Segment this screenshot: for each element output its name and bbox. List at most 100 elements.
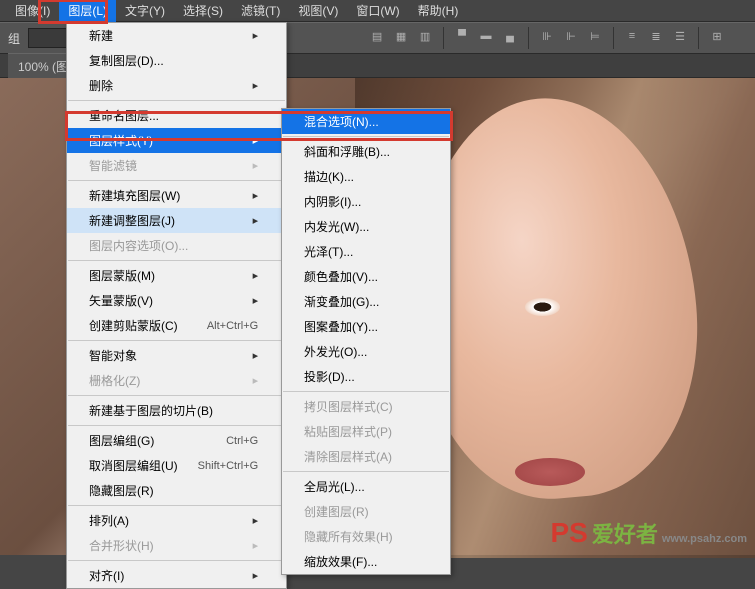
- menu-separator: [68, 425, 285, 426]
- menu-item-label: 取消图层编组(U): [89, 457, 178, 474]
- menu-item[interactable]: 对齐(I): [67, 563, 286, 588]
- menu-item-label: 图层编组(G): [89, 432, 154, 449]
- distribute-spacing-icon[interactable]: ⊞: [708, 27, 726, 45]
- menu-item: 智能滤镜: [67, 153, 286, 178]
- menu-select[interactable]: 选择(S): [174, 0, 232, 22]
- menu-item-label: 新建调整图层(J): [89, 212, 175, 229]
- layer-menu: 新建复制图层(D)... 删除重命名图层... 图层样式(Y) 智能滤镜新建填充图层(…: [66, 22, 287, 589]
- align-center-icon[interactable]: ▦: [392, 27, 410, 45]
- menu-item-label: 新建填充图层(W): [89, 187, 180, 204]
- menu-item[interactable]: 复制图层(D)...: [67, 48, 286, 73]
- menu-item[interactable]: 图层样式(Y): [67, 128, 286, 153]
- menu-item-label: 斜面和浮雕(B)...: [304, 143, 390, 160]
- menu-item[interactable]: 图层蒙版(M): [67, 263, 286, 288]
- menu-item[interactable]: 新建: [67, 23, 286, 48]
- menu-separator: [68, 100, 285, 101]
- distribute-top-icon[interactable]: ≡: [623, 27, 641, 45]
- menu-layer[interactable]: 图层(L): [59, 0, 116, 22]
- menu-item[interactable]: 缩放效果(F)...: [282, 549, 450, 574]
- watermark: PS 爱好者 www.psahz.com: [550, 517, 747, 549]
- menu-item-label: 粘贴图层样式(P): [304, 423, 392, 440]
- menu-item-label: 新建基于图层的切片(B): [89, 402, 213, 419]
- distribute-h-icon[interactable]: ⊪: [538, 27, 556, 45]
- menu-item[interactable]: 投影(D)...: [282, 364, 450, 389]
- watermark-text: 爱好者: [592, 517, 658, 549]
- menu-item[interactable]: 新建基于图层的切片(B): [67, 398, 286, 423]
- align-bottom-icon[interactable]: ▄: [501, 27, 519, 45]
- group-label: 组: [8, 30, 20, 47]
- menu-item: 隐藏所有效果(H): [282, 524, 450, 549]
- menu-item-label: 排列(A): [89, 512, 129, 529]
- menu-item[interactable]: 新建调整图层(J): [67, 208, 286, 233]
- menu-item-label: 智能滤镜: [89, 157, 137, 174]
- menu-shortcut: Shift+Ctrl+G: [198, 460, 259, 472]
- menu-item[interactable]: 矢量蒙版(V): [67, 288, 286, 313]
- menu-help[interactable]: 帮助(H): [409, 0, 468, 22]
- distribute-bottom-icon[interactable]: ☰: [671, 27, 689, 45]
- menu-item[interactable]: 描边(K)...: [282, 164, 450, 189]
- menu-window[interactable]: 窗口(W): [347, 0, 408, 22]
- menu-item-label: 图层内容选项(O)...: [89, 237, 188, 254]
- menu-item[interactable]: 重命名图层...: [67, 103, 286, 128]
- align-middle-icon[interactable]: ▬: [477, 27, 495, 45]
- menu-item[interactable]: 内发光(W)...: [282, 214, 450, 239]
- menu-item[interactable]: 隐藏图层(R): [67, 478, 286, 503]
- menu-item-label: 栅格化(Z): [89, 372, 140, 389]
- menu-filter[interactable]: 滤镜(T): [232, 0, 289, 22]
- distribute-vc-icon[interactable]: ≣: [647, 27, 665, 45]
- menu-item-label: 混合选项(N)...: [304, 113, 379, 130]
- menu-item-label: 全局光(L)...: [304, 478, 365, 495]
- menu-item[interactable]: 混合选项(N)...: [282, 109, 450, 134]
- menu-item[interactable]: 外发光(O)...: [282, 339, 450, 364]
- menu-item[interactable]: 全局光(L)...: [282, 474, 450, 499]
- menu-image[interactable]: 图像(I): [6, 0, 59, 22]
- menu-item[interactable]: 斜面和浮雕(B)...: [282, 139, 450, 164]
- align-top-icon[interactable]: ▀: [453, 27, 471, 45]
- menu-separator: [283, 471, 449, 472]
- menu-item-label: 创建剪贴蒙版(C): [89, 317, 178, 334]
- menu-item: 创建图层(R): [282, 499, 450, 524]
- menu-item[interactable]: 删除: [67, 73, 286, 98]
- menu-item: 拷贝图层样式(C): [282, 394, 450, 419]
- separator: [613, 27, 614, 49]
- menu-item-label: 复制图层(D)...: [89, 52, 164, 69]
- menu-item[interactable]: 创建剪贴蒙版(C) Alt+Ctrl+G: [67, 313, 286, 338]
- align-right-icon[interactable]: ▥: [416, 27, 434, 45]
- distribute-hc-icon[interactable]: ⊩: [562, 27, 580, 45]
- menu-separator: [283, 136, 449, 137]
- menu-separator: [68, 180, 285, 181]
- menu-item[interactable]: 智能对象: [67, 343, 286, 368]
- menu-item-label: 新建: [89, 27, 113, 44]
- menu-item-label: 拷贝图层样式(C): [304, 398, 393, 415]
- menu-item-label: 清除图层样式(A): [304, 448, 392, 465]
- menu-shortcut: Alt+Ctrl+G: [207, 320, 258, 332]
- menu-item[interactable]: 取消图层编组(U) Shift+Ctrl+G: [67, 453, 286, 478]
- menu-item[interactable]: 渐变叠加(G)...: [282, 289, 450, 314]
- align-left-icon[interactable]: ▤: [368, 27, 386, 45]
- menu-item-label: 重命名图层...: [89, 107, 159, 124]
- menu-separator: [283, 391, 449, 392]
- layer-style-submenu: 混合选项(N)... 斜面和浮雕(B)... 描边(K)... 内阴影(I)... 内发…: [281, 108, 451, 575]
- menubar: 图像(I) 图层(L) 文字(Y) 选择(S) 滤镜(T) 视图(V) 窗口(W…: [0, 0, 755, 22]
- distribute-v-icon[interactable]: ⊨: [586, 27, 604, 45]
- menu-item[interactable]: 图层编组(G)Ctrl+G: [67, 428, 286, 453]
- watermark-url: www.psahz.com: [662, 533, 747, 545]
- separator: [698, 27, 699, 49]
- menu-item-label: 智能对象: [89, 347, 137, 364]
- menu-item: 粘贴图层样式(P): [282, 419, 450, 444]
- menu-item[interactable]: 新建填充图层(W): [67, 183, 286, 208]
- menu-item[interactable]: 内阴影(I)...: [282, 189, 450, 214]
- menu-item[interactable]: 光泽(T)...: [282, 239, 450, 264]
- menu-item-label: 隐藏图层(R): [89, 482, 154, 499]
- menu-separator: [68, 260, 285, 261]
- menu-text[interactable]: 文字(Y): [116, 0, 174, 22]
- menu-item-label: 光泽(T)...: [304, 243, 353, 260]
- menu-item[interactable]: 图案叠加(Y)...: [282, 314, 450, 339]
- menu-item-label: 内阴影(I)...: [304, 193, 361, 210]
- menu-item[interactable]: 排列(A): [67, 508, 286, 533]
- menu-view[interactable]: 视图(V): [289, 0, 347, 22]
- menu-item[interactable]: 颜色叠加(V)...: [282, 264, 450, 289]
- menu-item-label: 外发光(O)...: [304, 343, 367, 360]
- menu-item-label: 隐藏所有效果(H): [304, 528, 393, 545]
- menu-item-label: 颜色叠加(V)...: [304, 268, 378, 285]
